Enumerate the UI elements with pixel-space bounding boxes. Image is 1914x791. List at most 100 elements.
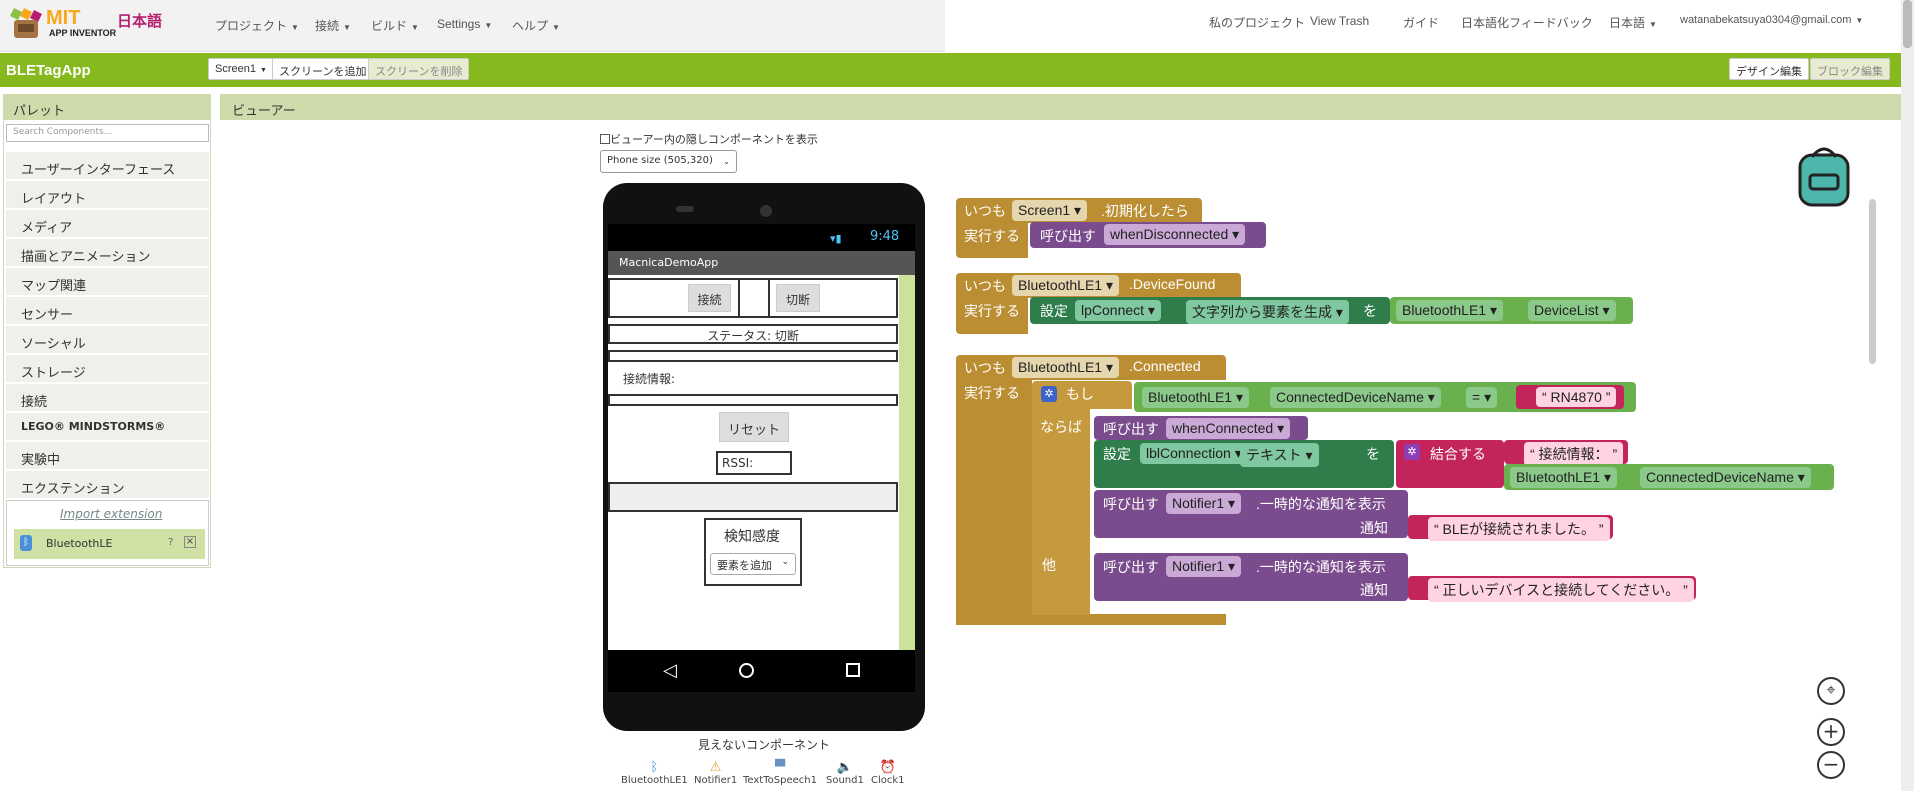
chevron-down-icon: ⌄ (781, 557, 789, 567)
block-event: .DeviceFound (1129, 276, 1216, 292)
phone-size-select[interactable]: Phone size (505,320) ⌄ (600, 150, 737, 173)
caret-down-icon: ▼ (291, 23, 299, 32)
disconnect-button[interactable]: 切断 (776, 284, 820, 312)
component-bluetooth[interactable]: ᛒ BluetoothLE1 (621, 760, 688, 786)
procedure-dropdown[interactable]: whenConnected ▾ (1166, 418, 1291, 439)
page-scrollbar[interactable] (1901, 0, 1914, 791)
palette-category[interactable]: 描画とアニメーション (6, 239, 209, 267)
block-when: いつも (964, 278, 1006, 294)
procedure-dropdown[interactable]: whenDisconnected ▾ (1104, 224, 1246, 245)
caret-down-icon: ▼ (484, 21, 493, 30)
menu-connect[interactable]: 接続 ▼ (315, 17, 351, 34)
block-call: 呼び出す (1040, 228, 1096, 244)
link-my-projects[interactable]: 私のプロジェクト (1209, 14, 1305, 31)
event-block-body (956, 379, 1032, 625)
block-set: 設定 (1040, 303, 1068, 319)
nonvisible-title: 見えないコンポーネント (698, 738, 831, 752)
link-feedback[interactable]: 日本語化フィードバック (1461, 14, 1593, 31)
caret-down-icon: ▼ (343, 23, 351, 32)
home-icon[interactable] (739, 663, 754, 678)
link-guide[interactable]: ガイド (1403, 14, 1439, 31)
delete-icon[interactable]: × (184, 536, 196, 548)
property-dropdown[interactable]: ConnectedDeviceName ▾ (1640, 467, 1811, 488)
help-icon[interactable]: ? (168, 537, 173, 548)
checkbox-icon[interactable] (600, 134, 610, 144)
designer-button[interactable]: デザイン編集 (1729, 58, 1809, 80)
palette-category[interactable]: 接続 (6, 384, 209, 412)
blocks-scrollbar[interactable] (1869, 199, 1876, 364)
palette-category[interactable]: マップ関連 (6, 268, 209, 296)
palette-category[interactable]: センサー (6, 297, 209, 325)
menu-settings[interactable]: Settings ▼ (437, 17, 492, 31)
component-clock[interactable]: ⏰ Clock1 (871, 760, 905, 786)
reset-button[interactable]: リセット (719, 412, 789, 442)
blocks-button[interactable]: ブロック編集 (1810, 58, 1890, 80)
palette-category[interactable]: エクステンション (6, 471, 209, 499)
event-block-foot (956, 614, 1226, 625)
palette-category[interactable]: 実験中 (6, 442, 209, 470)
component-dropdown[interactable]: BluetoothLE1 ▾ (1396, 300, 1503, 321)
recent-apps-icon[interactable] (846, 663, 860, 677)
palette-category[interactable]: ソーシャル (6, 326, 209, 354)
page-scrollbar-thumb[interactable] (1903, 0, 1912, 48)
back-icon[interactable]: ◁ (663, 660, 677, 681)
menu-build[interactable]: ビルド ▼ (371, 17, 419, 34)
component-tts[interactable]: ▀ TextToSpeech1 (743, 760, 817, 786)
add-screen-button[interactable]: スクリーンを追加 (272, 58, 374, 80)
string-value[interactable]: “ 接続情報： ” (1524, 442, 1624, 466)
connection-info-label: 接続情報: (623, 372, 676, 386)
screen-select[interactable]: Screen1 ▼ (208, 58, 274, 80)
property-dropdown[interactable]: 文字列から要素を生成 ▾ (1186, 300, 1349, 324)
palette-category[interactable]: ストレージ (6, 355, 209, 383)
target-dropdown[interactable]: lblConnection ▾ (1140, 443, 1248, 464)
string-value[interactable]: “ BLEが接続されました。 ” (1428, 517, 1610, 541)
menu-account[interactable]: watanabekatsuya0304@gmail.com ▼ (1680, 14, 1863, 26)
string-value[interactable]: “ 正しいデバイスと接続してください。 ” (1428, 578, 1694, 602)
component-dropdown[interactable]: BluetoothLE1 ▾ (1012, 275, 1119, 296)
hidden-components-checkbox[interactable]: ビューアー内の隠しコンポーネントを表示 (600, 131, 818, 147)
palette-search-input[interactable]: Search Components... (6, 124, 209, 142)
string-value[interactable]: “ RN4870 ” (1536, 387, 1617, 407)
menu-help[interactable]: ヘルプ ▼ (512, 17, 560, 34)
component-dropdown[interactable]: BluetoothLE1 ▾ (1510, 467, 1617, 488)
extension-item[interactable]: ᛒ BluetoothLE ? × (14, 529, 205, 559)
palette-category[interactable]: LEGO® MINDSTORMS® (6, 413, 209, 441)
speech-icon: ▀ (774, 760, 785, 775)
component-sound[interactable]: 🔈 Sound1 (826, 760, 864, 786)
gear-icon[interactable]: ✲ (1041, 386, 1057, 402)
link-view-trash[interactable]: View Trash (1310, 14, 1369, 28)
property-dropdown[interactable]: ConnectedDeviceName ▾ (1270, 387, 1441, 408)
palette-category[interactable]: レイアウト (6, 181, 209, 209)
zoom-out-icon[interactable]: − (1817, 751, 1845, 779)
remove-screen-button[interactable]: スクリーンを削除 (368, 58, 470, 80)
palette-category[interactable]: メディア (6, 210, 209, 238)
zoom-in-icon[interactable]: + (1817, 718, 1845, 746)
operator-dropdown[interactable]: = ▾ (1466, 387, 1498, 408)
phone-app-title: MacnicaDemoApp (608, 251, 915, 275)
speaker-icon: 🔈 (836, 760, 854, 775)
connect-button[interactable]: 接続 (688, 284, 731, 312)
gear-icon[interactable]: ✲ (1404, 444, 1420, 460)
property-dropdown[interactable]: テキスト ▾ (1240, 443, 1319, 467)
caret-down-icon: ▼ (1649, 20, 1657, 29)
component-dropdown[interactable]: Screen1 ▾ (1012, 200, 1088, 221)
property-dropdown[interactable]: DeviceList ▾ (1528, 300, 1616, 321)
menu-language[interactable]: 日本語 ▼ (1609, 14, 1657, 31)
add-element-select[interactable]: 要素を追加 ⌄ (710, 553, 796, 575)
app-inventor-logo-icon[interactable] (8, 6, 44, 40)
warning-icon: ⚠ (709, 760, 722, 775)
recenter-icon[interactable]: ⌖ (1817, 677, 1845, 705)
palette-category[interactable]: ユーザーインターフェース (6, 152, 209, 180)
component-dropdown[interactable]: Notifier1 ▾ (1166, 556, 1242, 577)
block-event: .初期化したら (1101, 203, 1189, 219)
bluetooth-icon: ᛒ (650, 760, 659, 775)
component-notifier[interactable]: ⚠ Notifier1 (694, 760, 737, 786)
backpack-icon[interactable] (1792, 141, 1856, 209)
import-extension-link[interactable]: Import extension (60, 507, 162, 521)
component-dropdown[interactable]: Notifier1 ▾ (1166, 493, 1242, 514)
menu-project[interactable]: プロジェクト ▼ (215, 17, 299, 34)
target-dropdown[interactable]: lpConnect ▾ (1075, 300, 1161, 321)
block-then: ならば (1040, 419, 1082, 435)
component-dropdown[interactable]: BluetoothLE1 ▾ (1012, 357, 1119, 378)
component-dropdown[interactable]: BluetoothLE1 ▾ (1142, 387, 1249, 408)
